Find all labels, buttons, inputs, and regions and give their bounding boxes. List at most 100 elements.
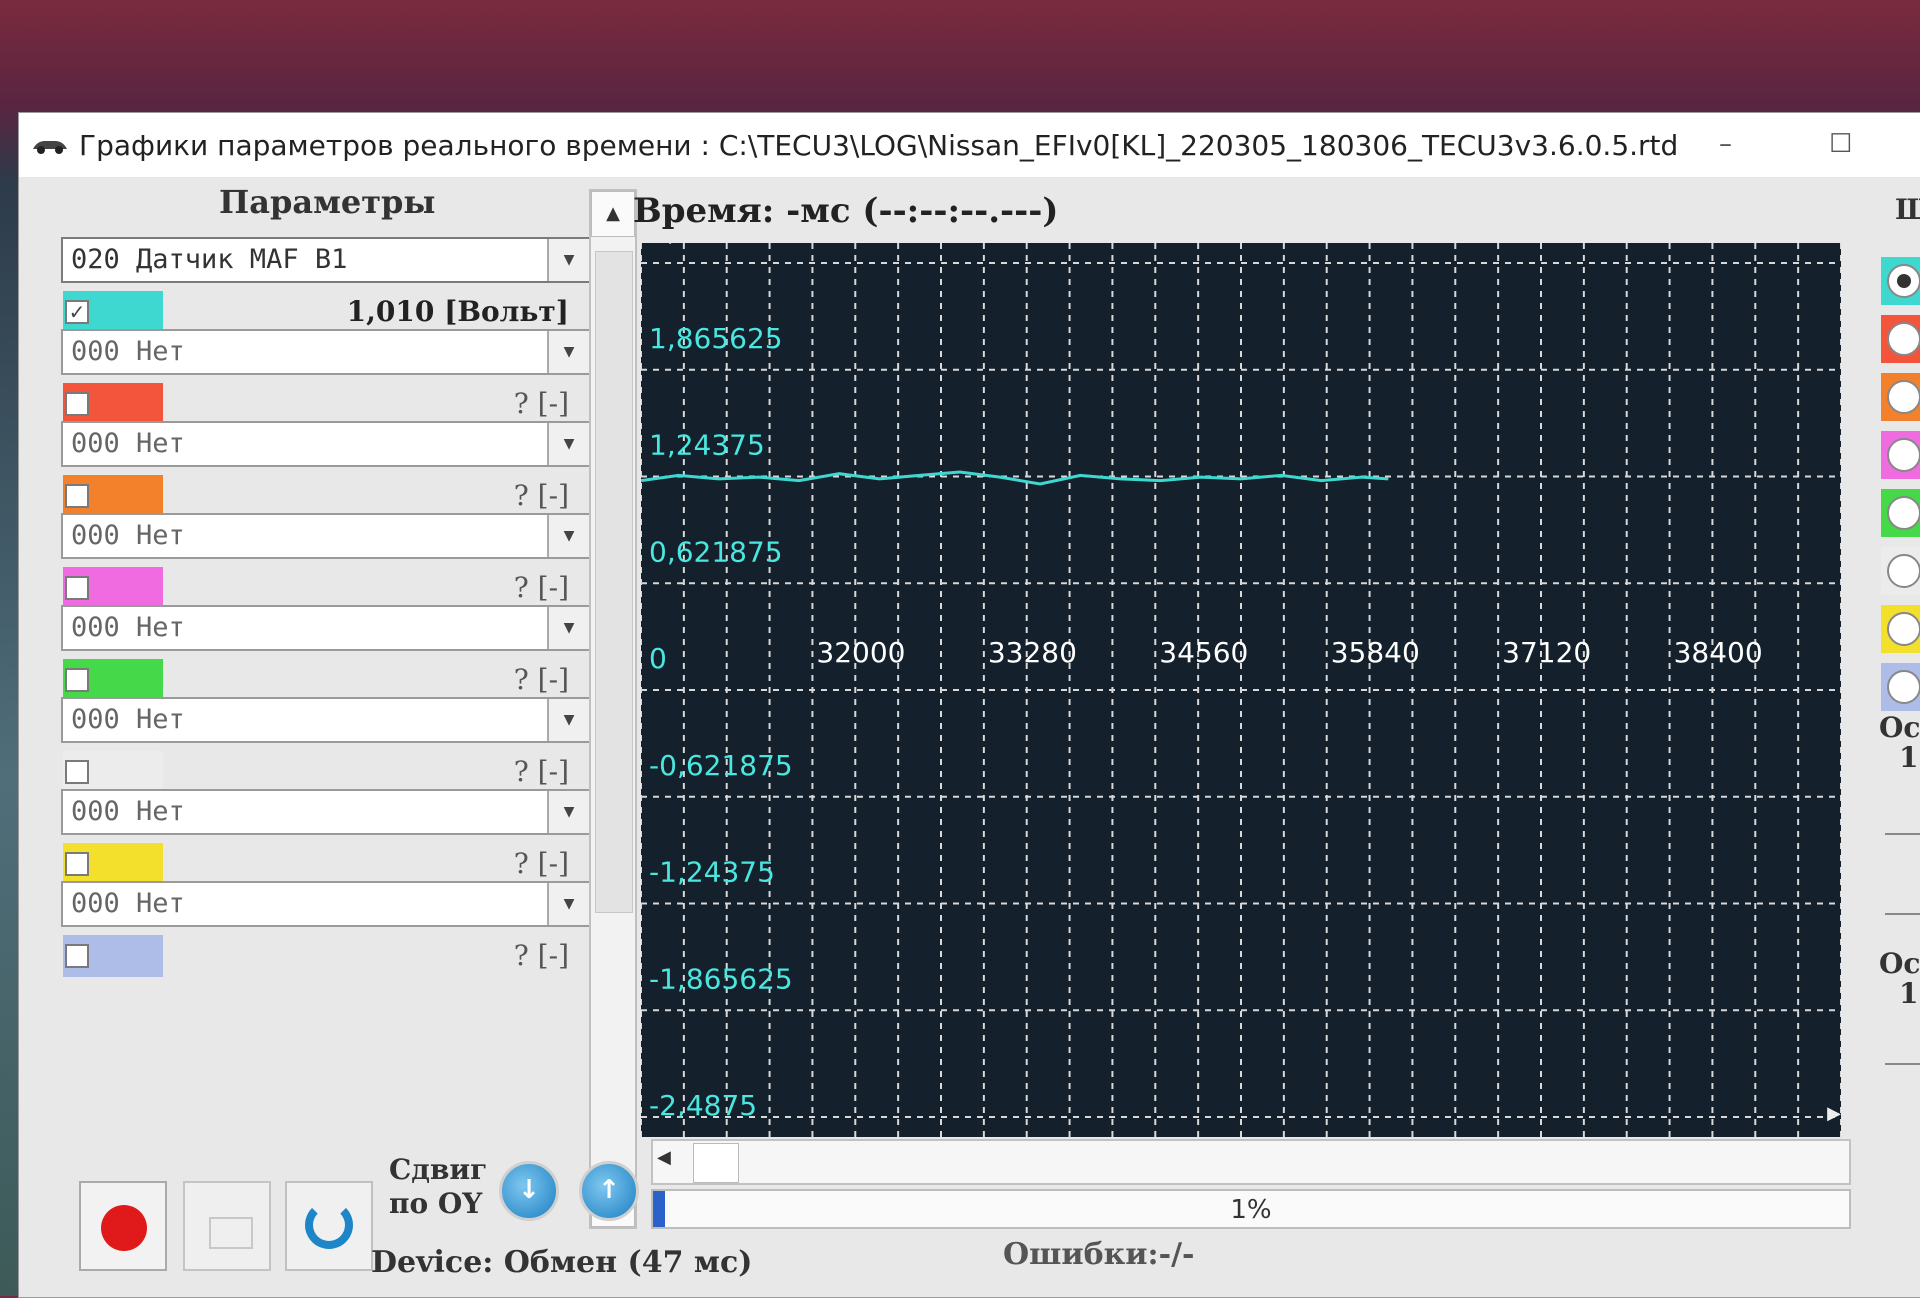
y-tick-label: -1,24375 xyxy=(649,856,775,889)
x-tick-label: 38400 xyxy=(1674,636,1763,669)
param-select-value: 020 Датчик MAF B1 xyxy=(71,244,348,275)
series-radio-2[interactable] xyxy=(1887,322,1920,356)
car-icon xyxy=(33,141,67,154)
param-select-2[interactable]: 000 Нет ▼ xyxy=(61,329,591,375)
series-radio-5[interactable] xyxy=(1887,496,1920,530)
series-line xyxy=(641,470,1389,486)
axis-divider-2 xyxy=(1885,913,1920,915)
param-select-value: 000 Нет xyxy=(71,428,185,459)
x-tick-label: 33280 xyxy=(988,636,1077,669)
shift-down-button[interactable]: ↓ xyxy=(499,1161,559,1221)
chevron-down-icon[interactable]: ▼ xyxy=(547,331,589,373)
series-radio-8[interactable] xyxy=(1887,670,1920,704)
time-label: Время: -мс (--:--:--.---) xyxy=(633,191,1059,231)
param-checkbox-5[interactable] xyxy=(65,668,89,692)
axis-label-2-b: 1: xyxy=(1899,977,1920,1010)
errors-status: Ошибки:-/- xyxy=(1003,1237,1195,1272)
right-panel: Ш Ось 16 Ось 1: xyxy=(1859,183,1920,1223)
axis-divider-1 xyxy=(1885,833,1920,835)
series-radio-6[interactable] xyxy=(1887,554,1920,588)
axis-label-1: Ось 16 xyxy=(1879,713,1920,773)
shift-up-button[interactable]: ↑ xyxy=(579,1161,639,1221)
maximize-button[interactable]: ☐ xyxy=(1829,129,1852,159)
params-scrollbar[interactable]: ▲ ▼ xyxy=(589,189,637,1229)
time-scrollbar[interactable]: ◀ ▶ xyxy=(651,1103,1851,1185)
axis-label-2-a: Ось xyxy=(1879,947,1920,980)
scroll-right-button[interactable]: ▶ xyxy=(1827,1103,1841,1124)
chart-svg: 2,4875 1,865625 1,24375 0,621875 0 -0,621875 -… xyxy=(641,243,1841,1137)
param-select-value: 000 Нет xyxy=(71,796,185,827)
param-checkbox-8[interactable] xyxy=(65,944,89,968)
axis-label-1-b: 16 xyxy=(1899,741,1920,774)
chevron-down-icon[interactable]: ▼ xyxy=(547,883,589,925)
record-icon xyxy=(101,1205,147,1251)
shift-oy-label: Сдвиг по OY xyxy=(389,1153,487,1221)
chevron-down-icon[interactable]: ▼ xyxy=(547,515,589,557)
device-status: Device: Обмен (47 мс) xyxy=(371,1245,753,1280)
param-value-6: ? [-] xyxy=(513,755,569,788)
param-checkbox-1[interactable]: ✓ xyxy=(65,300,89,324)
x-tick-label: 35840 xyxy=(1331,636,1420,669)
param-checkbox-7[interactable] xyxy=(65,852,89,876)
minimize-button[interactable]: – xyxy=(1719,129,1732,159)
series-radio-3[interactable] xyxy=(1887,380,1920,414)
param-select-7[interactable]: 000 Нет ▼ xyxy=(61,789,591,835)
param-select-value: 000 Нет xyxy=(71,612,185,643)
right-panel-header: Ш xyxy=(1895,193,1920,226)
chevron-down-icon[interactable]: ▼ xyxy=(547,699,589,741)
param-value-3: ? [-] xyxy=(513,479,569,512)
param-select-6[interactable]: 000 Нет ▼ xyxy=(61,697,591,743)
param-value-2: ? [-] xyxy=(513,387,569,420)
chevron-down-icon[interactable]: ▼ xyxy=(547,239,589,281)
param-select-4[interactable]: 000 Нет ▼ xyxy=(61,513,591,559)
param-select-8[interactable]: 000 Нет ▼ xyxy=(61,881,591,927)
refresh-button[interactable] xyxy=(285,1181,373,1271)
axis-label-2: Ось 1: xyxy=(1879,949,1920,1009)
scroll-thumb[interactable] xyxy=(595,251,633,913)
y-tick-label: 1,865625 xyxy=(649,322,783,355)
folder-icon xyxy=(209,1217,253,1249)
series-radio-1[interactable] xyxy=(1887,264,1920,298)
parameters-panel: Параметры 020 Датчик MAF B1 ▼ ✓ 1,010 [Воль… xyxy=(39,171,599,1251)
title-bar: Графики параметров реального времени : C… xyxy=(19,113,1920,177)
chevron-down-icon[interactable]: ▼ xyxy=(547,607,589,649)
y-tick-label: -1,865625 xyxy=(649,962,793,995)
param-select-5[interactable]: 000 Нет ▼ xyxy=(61,605,591,651)
param-value-5: ? [-] xyxy=(513,663,569,696)
chevron-down-icon[interactable]: ▼ xyxy=(547,423,589,465)
y-tick-label: -2,4875 xyxy=(649,1089,757,1122)
progress-text: 1% xyxy=(1230,1195,1272,1225)
param-value-7: ? [-] xyxy=(513,847,569,880)
parameters-header: Параметры xyxy=(219,183,436,221)
param-select-3[interactable]: 000 Нет ▼ xyxy=(61,421,591,467)
param-select-1[interactable]: 020 Датчик MAF B1 ▼ xyxy=(61,237,591,283)
param-checkbox-4[interactable] xyxy=(65,576,89,600)
scroll-left-button[interactable]: ◀ xyxy=(657,1147,671,1168)
refresh-icon xyxy=(305,1201,353,1249)
param-select-value: 000 Нет xyxy=(71,888,185,919)
param-checkbox-6[interactable] xyxy=(65,760,89,784)
param-checkbox-3[interactable] xyxy=(65,484,89,508)
y-tick-label: 1,24375 xyxy=(649,429,765,462)
plot-area[interactable]: 2,4875 1,865625 1,24375 0,621875 0 -0,621875 -… xyxy=(641,243,1841,1137)
param-value-8: ? [-] xyxy=(513,939,569,972)
param-value-1: 1,010 [Вольт] xyxy=(346,295,569,328)
x-tick-label: 34560 xyxy=(1159,636,1248,669)
y-tick-label: 0,621875 xyxy=(649,535,783,568)
param-value-4: ? [-] xyxy=(513,571,569,604)
progress-bar: 1% xyxy=(651,1189,1851,1229)
shift-label-line2: по OY xyxy=(389,1187,483,1220)
series-radio-4[interactable] xyxy=(1887,438,1920,472)
param-select-value: 000 Нет xyxy=(71,520,185,551)
series-radio-7[interactable] xyxy=(1887,612,1920,646)
param-checkbox-2[interactable] xyxy=(65,392,89,416)
axis-divider-3 xyxy=(1885,1063,1920,1065)
x-tick-label: 37120 xyxy=(1502,636,1591,669)
param-select-value: 000 Нет xyxy=(71,336,185,367)
chevron-down-icon[interactable]: ▼ xyxy=(547,791,589,833)
scroll-up-button[interactable]: ▲ xyxy=(591,191,635,237)
record-button[interactable] xyxy=(79,1181,167,1271)
time-scroll-thumb[interactable] xyxy=(693,1143,739,1183)
open-folder-button[interactable] xyxy=(183,1181,271,1271)
shift-label-line1: Сдвиг xyxy=(389,1153,488,1186)
